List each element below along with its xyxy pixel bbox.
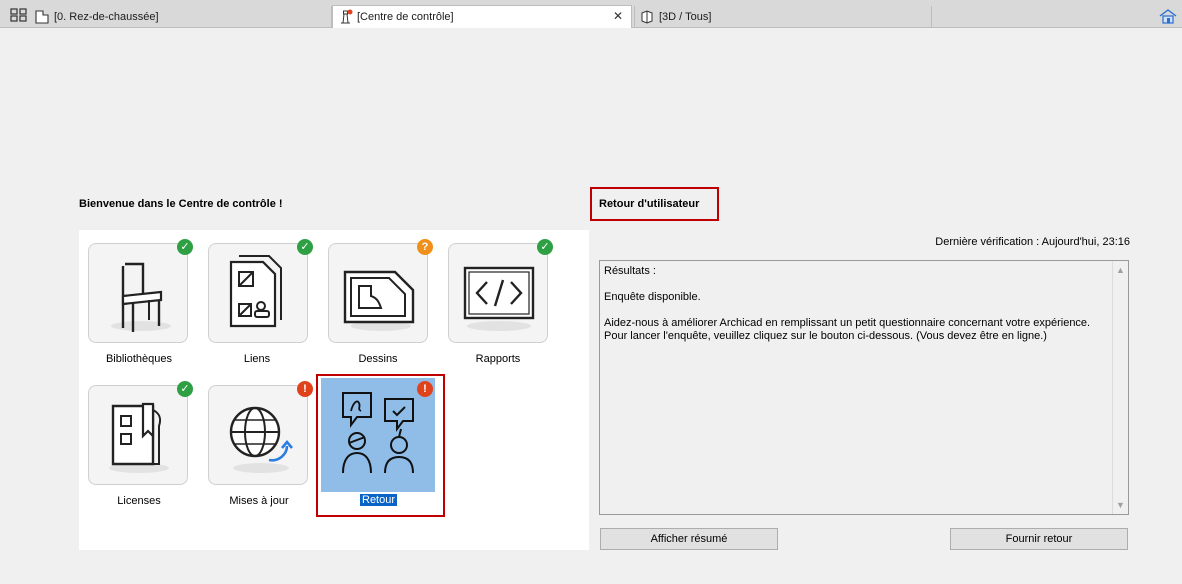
tile-label-reports: Rapports: [475, 353, 521, 365]
links-tile[interactable]: [208, 243, 308, 343]
close-icon[interactable]: ✕: [613, 9, 623, 23]
drawings-tile[interactable]: [328, 243, 428, 343]
scroll-up-icon[interactable]: ▲: [1116, 265, 1125, 275]
tile-label-drawings: Dessins: [358, 353, 398, 365]
selection-highlight: [316, 374, 445, 517]
status-ok-badge: ✓: [177, 239, 193, 255]
results-heading: Résultats :: [604, 265, 656, 277]
provide-feedback-button[interactable]: Fournir retour: [950, 528, 1128, 550]
tile-label-updates: Mises à jour: [229, 495, 289, 507]
welcome-title: Bienvenue dans le Centre de contrôle !: [79, 198, 283, 210]
tab-bar: [0. Rez-de-chaussée] [Centre de contrôle…: [0, 0, 1182, 28]
lighthouse-icon: [341, 9, 353, 24]
tile-label-libraries: Bibliothèques: [105, 353, 173, 365]
license-document-icon: [109, 402, 169, 473]
feedback-title: Retour d'utilisateur: [599, 198, 700, 210]
status-ok-badge: ✓: [177, 381, 193, 397]
status-error-badge: !: [297, 381, 313, 397]
results-textarea[interactable]: Résultats : Enquête disponible. Aidez-no…: [599, 260, 1129, 515]
scroll-down-icon[interactable]: ▼: [1116, 500, 1125, 510]
results-description: Aidez-nous à améliorer Archicad en rempl…: [604, 317, 1091, 342]
tile-label-links: Liens: [243, 353, 271, 365]
status-ok-badge: ✓: [537, 239, 553, 255]
grid-view-icon[interactable]: [10, 8, 28, 22]
tab-label: [Centre de contrôle]: [357, 11, 454, 23]
vertical-scrollbar[interactable]: ▲ ▼: [1112, 261, 1128, 514]
floorplan-icon: [35, 10, 49, 24]
tab-3d-view[interactable]: [3D / Tous]: [634, 6, 932, 28]
chair-icon: [111, 262, 171, 332]
results-content: Résultats : Enquête disponible. Aidez-no…: [604, 265, 1104, 356]
results-status: Enquête disponible.: [604, 291, 701, 303]
tab-label: [3D / Tous]: [659, 11, 712, 23]
updates-tile[interactable]: [208, 385, 308, 485]
reports-tile[interactable]: [448, 243, 548, 343]
libraries-tile[interactable]: [88, 243, 188, 343]
globe-update-icon: [229, 406, 293, 473]
tile-label-licenses: Licenses: [117, 495, 161, 507]
last-check-timestamp: Dernière vérification : Aujourd'hui, 23:…: [935, 236, 1130, 248]
3d-view-icon: [641, 10, 653, 24]
tab-control-center[interactable]: [Centre de contrôle] ✕: [332, 5, 632, 28]
status-unknown-badge: ?: [417, 239, 433, 255]
show-summary-button[interactable]: Afficher résumé: [600, 528, 778, 550]
tab-label: [0. Rez-de-chaussée]: [54, 11, 159, 23]
drawing-sheet-icon: [343, 270, 415, 331]
tab-floor-plan[interactable]: [0. Rez-de-chaussée]: [34, 6, 332, 28]
licenses-tile[interactable]: [88, 385, 188, 485]
home-navigator-icon[interactable]: [1158, 8, 1178, 24]
status-ok-badge: ✓: [297, 239, 313, 255]
code-report-icon: [463, 266, 535, 331]
linked-documents-icon: [229, 255, 282, 328]
